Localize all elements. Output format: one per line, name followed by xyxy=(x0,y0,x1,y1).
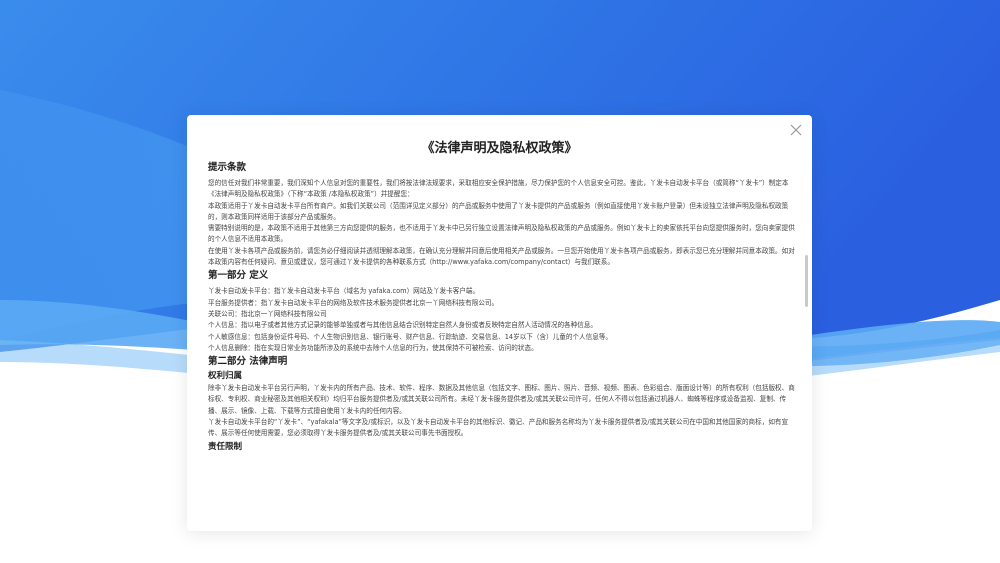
privacy-policy-dialog: 《法律声明及隐私权政策》 提示条款 您的信任对我们非常重要，我们深知个人信息对您… xyxy=(187,115,812,531)
scrollbar-thumb[interactable] xyxy=(805,255,808,307)
subsection-heading-rights: 权利归属 xyxy=(208,371,243,382)
dialog-title: 《法律声明及隐私权政策》 xyxy=(421,141,578,156)
paragraph: 个人信息：指以电子或者其他方式记录的能够单独或者与其他信息结合识别特定自然人身份… xyxy=(208,321,598,330)
subsection-heading-liability: 责任限制 xyxy=(208,441,243,452)
paragraph: 您的信任对我们非常重要，我们深知个人信息对您的重要性，我们将按法律法规要求，采取… xyxy=(208,179,789,199)
paragraph: 平台服务提供者：指丫发卡自动发卡平台的网络及软件技术服务提供者北京一丫网络科技有… xyxy=(208,298,499,307)
paragraph: 个人敏感信息：包括身份证件号码、个人生物识别信息、银行账号、财产信息、行踪轨迹、… xyxy=(208,332,613,341)
paragraph: 本政策适用于丫发卡自动发卡平台所有商户。如我们关联公司（范围详见定义部分）的产品… xyxy=(208,201,789,221)
section-heading-tips: 提示条款 xyxy=(208,162,247,173)
paragraph: 在使用丫发卡各项产品或服务前，请您务必仔细阅读并透彻理解本政策，在确认充分理解并… xyxy=(208,246,795,267)
paragraph: 除非丫发卡自动发卡平台另行声明，丫发卡内的所有产品、技术、软件、程序、数据及其他… xyxy=(208,384,795,415)
close-icon[interactable] xyxy=(788,122,804,138)
paragraph: 个人信息删除：指在实现日常业务功能所涉及的系统中去除个人信息的行为，使其保持不可… xyxy=(208,343,538,352)
paragraph: 需要特别说明的是，本政策不适用于其他第三方向您提供的服务，也不适用于丫发卡中已另… xyxy=(208,224,795,244)
paragraph: 关联公司：指北京一丫网络科技有限公司 xyxy=(208,309,327,318)
section-heading-part1: 第一部分 定义 xyxy=(208,270,269,282)
policy-content[interactable]: 提示条款 您的信任对我们非常重要，我们深知个人信息对您的重要性，我们将按法律法规… xyxy=(208,160,798,528)
section-heading-part2: 第二部分 法律声明 xyxy=(208,356,288,368)
paragraph: 丫发卡自动发卡平台：指丫发卡自动发卡平台（域名为 yafaka.com）网站及丫… xyxy=(208,287,480,296)
paragraph: 丫发卡自动发卡平台的“丫发卡”、“yafakala”等文字及/或标识，以及丫发卡… xyxy=(208,418,789,438)
